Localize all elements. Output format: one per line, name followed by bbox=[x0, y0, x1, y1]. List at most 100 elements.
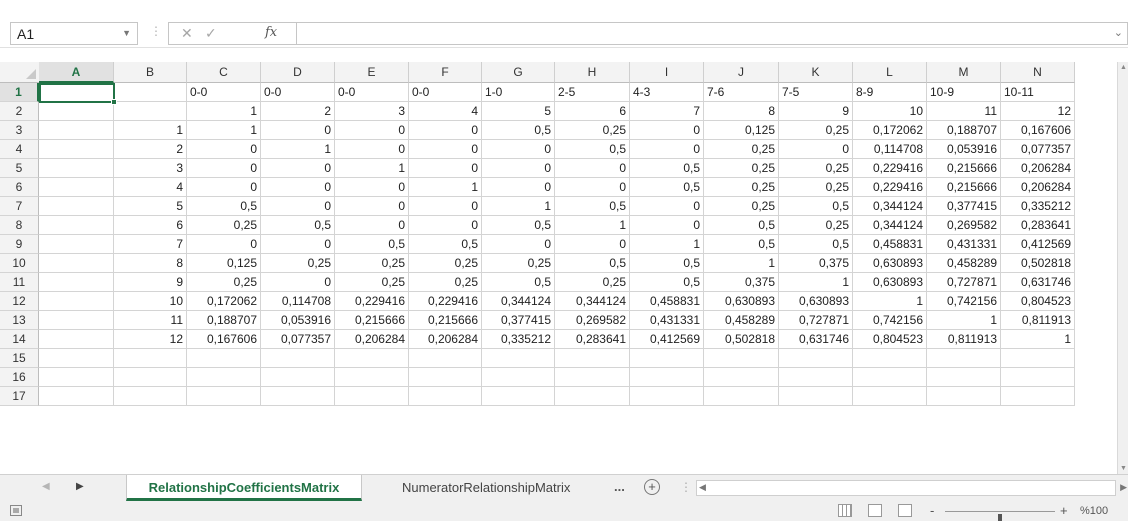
cell-h5[interactable]: 0 bbox=[555, 159, 630, 178]
cell-m11[interactable]: 0,727871 bbox=[927, 273, 1001, 292]
cell-g17[interactable] bbox=[482, 387, 555, 406]
zoom-slider-thumb[interactable] bbox=[998, 514, 1002, 521]
cell-c12[interactable]: 0,172062 bbox=[187, 292, 261, 311]
cell-b13[interactable]: 11 bbox=[114, 311, 187, 330]
cell-d3[interactable]: 0 bbox=[261, 121, 335, 140]
cell-j16[interactable] bbox=[704, 368, 779, 387]
cell-j7[interactable]: 0,25 bbox=[704, 197, 779, 216]
row-header-5[interactable]: 5 bbox=[0, 159, 39, 178]
cell-h12[interactable]: 0,344124 bbox=[555, 292, 630, 311]
cell-n5[interactable]: 0,206284 bbox=[1001, 159, 1075, 178]
cell-c1[interactable]: 0-0 bbox=[187, 83, 261, 102]
cell-f13[interactable]: 0,215666 bbox=[409, 311, 482, 330]
row-header-14[interactable]: 14 bbox=[0, 330, 39, 349]
cell-k4[interactable]: 0 bbox=[779, 140, 853, 159]
column-header-c[interactable]: C bbox=[187, 62, 261, 83]
cell-k10[interactable]: 0,375 bbox=[779, 254, 853, 273]
cell-l17[interactable] bbox=[853, 387, 927, 406]
cell-a14[interactable] bbox=[39, 330, 114, 349]
cell-e10[interactable]: 0,25 bbox=[335, 254, 409, 273]
cell-a9[interactable] bbox=[39, 235, 114, 254]
cell-d8[interactable]: 0,5 bbox=[261, 216, 335, 235]
cell-c6[interactable]: 0 bbox=[187, 178, 261, 197]
cell-j1[interactable]: 7-6 bbox=[704, 83, 779, 102]
cell-n11[interactable]: 0,631746 bbox=[1001, 273, 1075, 292]
cell-d9[interactable]: 0 bbox=[261, 235, 335, 254]
row-header-9[interactable]: 9 bbox=[0, 235, 39, 254]
cell-j2[interactable]: 8 bbox=[704, 102, 779, 121]
cell-b2[interactable] bbox=[114, 102, 187, 121]
cell-a5[interactable] bbox=[39, 159, 114, 178]
cell-k3[interactable]: 0,25 bbox=[779, 121, 853, 140]
cell-n17[interactable] bbox=[1001, 387, 1075, 406]
cell-d16[interactable] bbox=[261, 368, 335, 387]
cell-e5[interactable]: 1 bbox=[335, 159, 409, 178]
row-header-3[interactable]: 3 bbox=[0, 121, 39, 140]
cell-c16[interactable] bbox=[187, 368, 261, 387]
cell-g14[interactable]: 0,335212 bbox=[482, 330, 555, 349]
cell-d5[interactable]: 0 bbox=[261, 159, 335, 178]
column-header-e[interactable]: E bbox=[335, 62, 409, 83]
name-box[interactable]: A1 ▼ bbox=[10, 22, 138, 45]
cell-l8[interactable]: 0,344124 bbox=[853, 216, 927, 235]
cell-f8[interactable]: 0 bbox=[409, 216, 482, 235]
column-header-d[interactable]: D bbox=[261, 62, 335, 83]
cell-i5[interactable]: 0,5 bbox=[630, 159, 704, 178]
cell-c9[interactable]: 0 bbox=[187, 235, 261, 254]
cell-n12[interactable]: 0,804523 bbox=[1001, 292, 1075, 311]
cell-i6[interactable]: 0,5 bbox=[630, 178, 704, 197]
cell-n9[interactable]: 0,412569 bbox=[1001, 235, 1075, 254]
cell-j4[interactable]: 0,25 bbox=[704, 140, 779, 159]
cell-k15[interactable] bbox=[779, 349, 853, 368]
row-header-7[interactable]: 7 bbox=[0, 197, 39, 216]
cell-d15[interactable] bbox=[261, 349, 335, 368]
cell-a13[interactable] bbox=[39, 311, 114, 330]
cell-f7[interactable]: 0 bbox=[409, 197, 482, 216]
cell-j11[interactable]: 0,375 bbox=[704, 273, 779, 292]
cell-k1[interactable]: 7-5 bbox=[779, 83, 853, 102]
cell-f10[interactable]: 0,25 bbox=[409, 254, 482, 273]
cell-h8[interactable]: 1 bbox=[555, 216, 630, 235]
cell-h9[interactable]: 0 bbox=[555, 235, 630, 254]
cell-h4[interactable]: 0,5 bbox=[555, 140, 630, 159]
cell-m4[interactable]: 0,053916 bbox=[927, 140, 1001, 159]
vertical-scrollbar[interactable]: ▲ ▼ bbox=[1117, 62, 1128, 474]
cell-g13[interactable]: 0,377415 bbox=[482, 311, 555, 330]
cell-n8[interactable]: 0,283641 bbox=[1001, 216, 1075, 235]
cell-k16[interactable] bbox=[779, 368, 853, 387]
cell-b5[interactable]: 3 bbox=[114, 159, 187, 178]
cell-i17[interactable] bbox=[630, 387, 704, 406]
cell-f16[interactable] bbox=[409, 368, 482, 387]
normal-view-icon[interactable] bbox=[838, 504, 852, 517]
cell-g4[interactable]: 0 bbox=[482, 140, 555, 159]
cell-l3[interactable]: 0,172062 bbox=[853, 121, 927, 140]
cell-j8[interactable]: 0,5 bbox=[704, 216, 779, 235]
column-header-f[interactable]: F bbox=[409, 62, 482, 83]
cell-c14[interactable]: 0,167606 bbox=[187, 330, 261, 349]
cell-k2[interactable]: 9 bbox=[779, 102, 853, 121]
cell-e17[interactable] bbox=[335, 387, 409, 406]
macro-record-icon[interactable] bbox=[10, 505, 22, 516]
cell-h7[interactable]: 0,5 bbox=[555, 197, 630, 216]
scroll-down-icon[interactable]: ▼ bbox=[1120, 465, 1127, 472]
cell-i9[interactable]: 1 bbox=[630, 235, 704, 254]
cell-i2[interactable]: 7 bbox=[630, 102, 704, 121]
cell-b14[interactable]: 12 bbox=[114, 330, 187, 349]
cell-e4[interactable]: 0 bbox=[335, 140, 409, 159]
cell-i15[interactable] bbox=[630, 349, 704, 368]
cell-c4[interactable]: 0 bbox=[187, 140, 261, 159]
cell-i11[interactable]: 0,5 bbox=[630, 273, 704, 292]
tab-splitter-icon[interactable]: ⋮ bbox=[680, 480, 692, 494]
horizontal-scrollbar[interactable]: ◀ ▶ bbox=[696, 480, 1127, 496]
page-break-view-icon[interactable] bbox=[898, 504, 912, 517]
cell-c7[interactable]: 0,5 bbox=[187, 197, 261, 216]
row-header-17[interactable]: 17 bbox=[0, 387, 39, 406]
cell-k13[interactable]: 0,727871 bbox=[779, 311, 853, 330]
cell-l1[interactable]: 8-9 bbox=[853, 83, 927, 102]
column-header-j[interactable]: J bbox=[704, 62, 779, 83]
cell-e7[interactable]: 0 bbox=[335, 197, 409, 216]
cell-c17[interactable] bbox=[187, 387, 261, 406]
cell-l7[interactable]: 0,344124 bbox=[853, 197, 927, 216]
cell-e11[interactable]: 0,25 bbox=[335, 273, 409, 292]
row-header-2[interactable]: 2 bbox=[0, 102, 39, 121]
